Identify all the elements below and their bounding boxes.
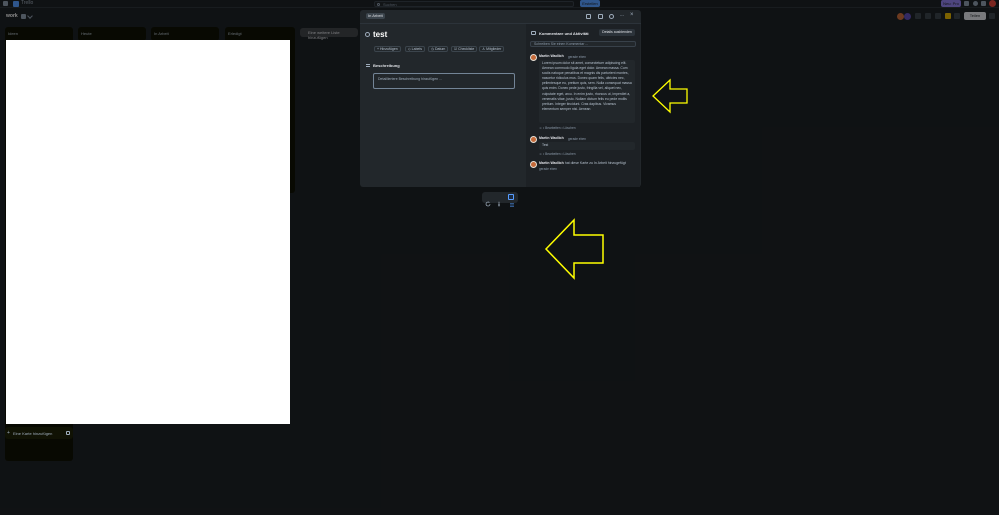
checklist-button-label: Checkliste xyxy=(458,47,475,51)
comment-time[interactable]: gerade eben xyxy=(568,137,586,141)
add-button[interactable]: + Hinzufügen xyxy=(374,46,401,52)
refresh-icon[interactable] xyxy=(485,194,491,207)
dates-button-label: Datum xyxy=(435,47,446,51)
avatar[interactable] xyxy=(530,161,537,168)
list-badge[interactable]: In Arbeit xyxy=(366,13,385,19)
description-label: Beschreibung xyxy=(373,63,400,68)
description-field[interactable]: Detailliertere Beschreibung hinzufügen .… xyxy=(373,73,515,89)
template-icon[interactable] xyxy=(598,14,603,19)
comment-actions-label[interactable]: Bearbeiten • Löschen xyxy=(545,126,575,130)
dates-button[interactable]: ◷ Datum xyxy=(428,46,449,52)
avatar[interactable] xyxy=(530,54,537,61)
more-icon[interactable]: ··· xyxy=(620,13,624,19)
blank-panel xyxy=(6,40,290,424)
annotation-arrow-icon xyxy=(544,218,604,280)
comment-author[interactable]: Martin Wadlich xyxy=(539,136,564,140)
checklist-button[interactable]: ☑ Checkliste xyxy=(451,46,478,52)
card-title[interactable]: test xyxy=(373,30,387,39)
activity-author[interactable]: Martin Wadlich xyxy=(539,161,564,165)
comment-input[interactable]: Schreiben Sie einen Kommentar ... xyxy=(530,41,636,47)
hide-details-button[interactable]: Details ausblenden xyxy=(599,29,635,36)
comment-time[interactable]: gerade eben xyxy=(568,55,586,59)
comment-text: Test xyxy=(539,142,635,150)
comment-actions[interactable]: ☺ • Bearbeiten • Löschen xyxy=(539,152,576,156)
activity-entry: Martin Wadlich hat diese Karte zu In Arb… xyxy=(539,161,637,166)
add-card-button[interactable]: + Eine Karte hinzufügen xyxy=(5,427,73,439)
description-icon xyxy=(366,64,370,67)
activity-action: hat diese Karte zu In Arbeit hinzugefügt xyxy=(564,161,626,165)
complete-checkbox[interactable] xyxy=(365,32,370,37)
add-button-label: Hinzufügen xyxy=(380,47,398,51)
close-icon[interactable]: × xyxy=(630,12,634,18)
add-card-label: Eine Karte hinzufügen xyxy=(13,431,53,436)
members-button[interactable]: ♙ Mitglieder xyxy=(479,46,505,52)
template-icon[interactable] xyxy=(66,431,70,435)
panel-icon[interactable] xyxy=(508,194,514,207)
plus-icon: + xyxy=(7,430,10,436)
watch-icon[interactable] xyxy=(609,14,614,19)
comment-actions[interactable]: ☺ • Bearbeiten • Löschen xyxy=(539,126,576,130)
comment-actions-label[interactable]: Bearbeiten • Löschen xyxy=(545,152,575,156)
comment-text: Lorem ipsum dolor sit amet, consectetuer… xyxy=(539,60,635,123)
annotation-arrow-icon xyxy=(652,78,688,114)
members-button-label: Mitglieder xyxy=(486,47,502,51)
description-placeholder: Detailliertere Beschreibung hinzufügen .… xyxy=(378,77,443,81)
activity-time[interactable]: gerade eben xyxy=(539,167,557,171)
pin-icon[interactable] xyxy=(496,194,502,207)
avatar[interactable] xyxy=(530,136,537,143)
activity-heading: Kommentare und Aktivität xyxy=(539,31,589,36)
comment-author[interactable]: Martin Wadlich xyxy=(539,54,564,58)
cover-icon[interactable] xyxy=(586,14,591,19)
labels-button-label: Labels xyxy=(411,47,422,51)
comment-icon xyxy=(531,31,536,35)
labels-button[interactable]: ◇ Labels xyxy=(405,46,425,52)
comment-placeholder: Schreiben Sie einen Kommentar ... xyxy=(534,42,589,46)
